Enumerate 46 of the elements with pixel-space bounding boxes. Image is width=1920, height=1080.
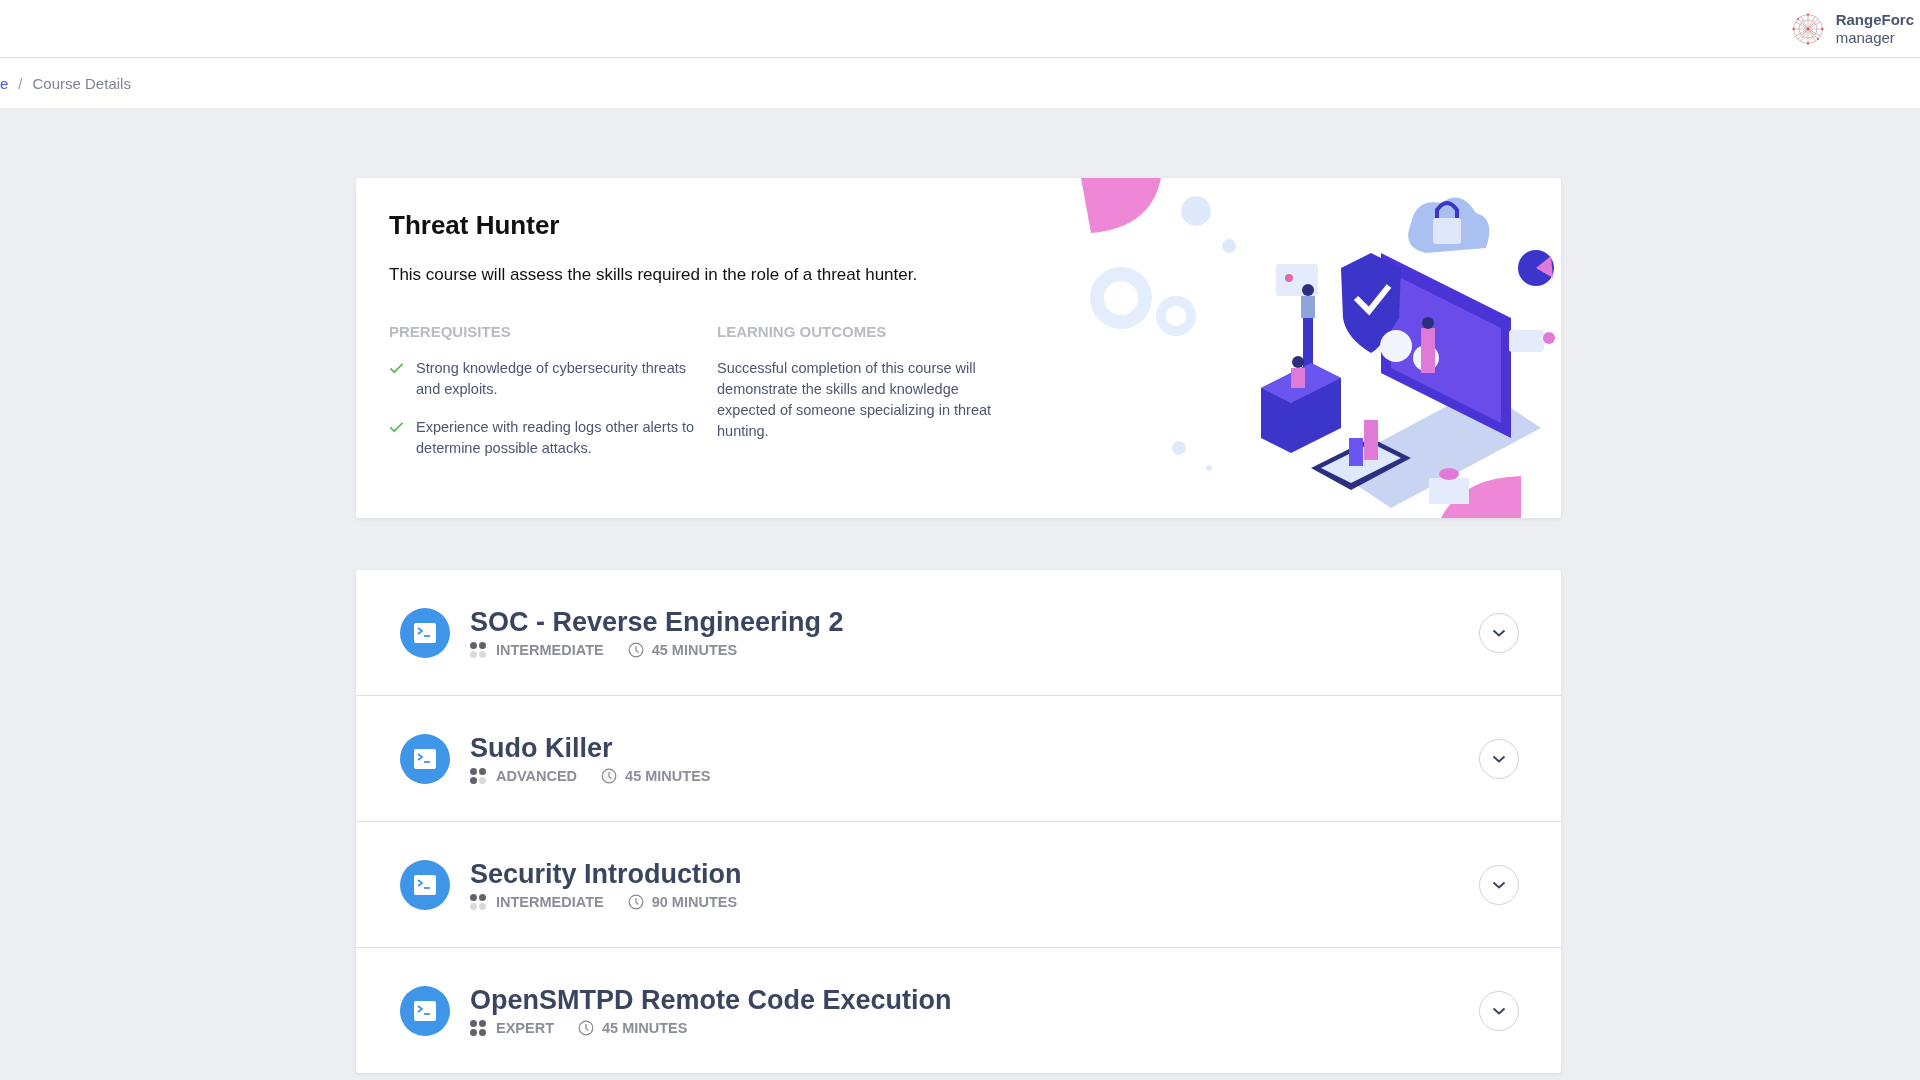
- chevron-icon: [1492, 880, 1506, 889]
- duration-label: 45 MINUTES: [651, 642, 738, 658]
- prerequisite-text: Experience with reading logs other alerts to determine possible attacks.: [416, 418, 696, 458]
- module-row[interactable]: OpenSMTPD Remote Code Execution EXPERT 45 MINUTES: [356, 948, 1561, 1073]
- prerequisite-text: Strong knowledge of cybersecurity threats and exploits.: [416, 359, 687, 399]
- check-icon: [389, 421, 404, 433]
- clock-icon: [627, 642, 644, 658]
- module-row[interactable]: Sudo Killer ADVANCED 45 MINUTES: [356, 696, 1561, 822]
- clock-icon: [578, 1020, 594, 1036]
- breadcrumb-separator: /: [18, 74, 23, 92]
- duration-label: 45 MINUTES: [602, 1020, 688, 1036]
- difficulty-label: EXPERT: [496, 1020, 554, 1036]
- outcomes-heading: LEARNING OUTCOMES: [717, 323, 888, 340]
- terminal-icon: [400, 733, 450, 784]
- breadcrumb-link[interactable]: e: [0, 74, 9, 92]
- expand-button[interactable]: [1479, 864, 1519, 905]
- outcomes-text: Successful completion of this course will demonstrate the skills and knowledge expected of someone specializing in threat hunting.: [717, 359, 993, 441]
- organization-name: RangeForc: [1835, 10, 1914, 29]
- course-title: Threat Hunter: [389, 210, 561, 241]
- terminal-icon: [400, 607, 450, 658]
- chevron-icon: [1492, 1006, 1506, 1015]
- user-role: manager: [1835, 28, 1896, 47]
- prerequisites-heading: PREREQUISITES: [389, 323, 512, 340]
- chevron-icon: [1492, 754, 1506, 763]
- clock-icon: [627, 894, 644, 910]
- module-row[interactable]: SOC - Reverse Engineering 2 INTERMEDIATE 45 MINUTES: [356, 570, 1561, 696]
- module-row[interactable]: Security Introduction INTERMEDIATE 90 MINUTES: [356, 822, 1561, 948]
- expand-button[interactable]: [1479, 990, 1519, 1031]
- clock-icon: [601, 768, 618, 784]
- check-icon: [389, 362, 404, 374]
- duration-label: 45 MINUTES: [625, 768, 711, 784]
- duration-label: 90 MINUTES: [651, 894, 738, 910]
- module-title: SOC - Reverse Engineering 2: [470, 607, 845, 638]
- module-title: OpenSMTPD Remote Code Execution: [470, 985, 953, 1016]
- module-title: Security Introduction: [470, 859, 743, 890]
- terminal-icon: [400, 859, 450, 910]
- terminal-icon: [400, 985, 450, 1036]
- chevron-icon: [1492, 628, 1506, 637]
- difficulty-label: INTERMEDIATE: [496, 642, 604, 658]
- difficulty-label: INTERMEDIATE: [496, 894, 604, 910]
- module-title: Sudo Killer: [470, 733, 614, 764]
- expand-button[interactable]: [1479, 738, 1519, 779]
- expand-button[interactable]: [1479, 612, 1519, 653]
- difficulty-label: ADVANCED: [496, 768, 578, 784]
- breadcrumb-current: Course Details: [32, 74, 131, 92]
- course-description: This course will assess the skills required in the role of a threat hunter.: [389, 265, 919, 285]
